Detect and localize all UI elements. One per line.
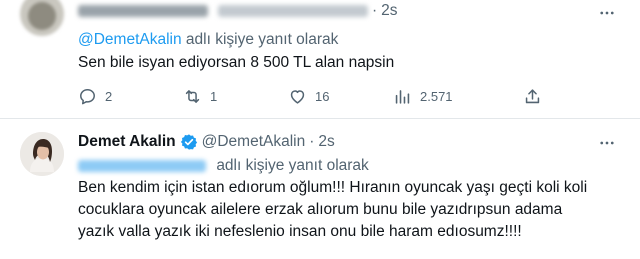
views-button[interactable]: 2.571 — [393, 84, 453, 108]
separator-dot: · — [309, 133, 315, 150]
like-button[interactable]: 16 — [288, 84, 329, 108]
more-icon[interactable] — [596, 134, 618, 152]
timestamp[interactable]: 2s — [318, 133, 334, 151]
tweet-header: Demet Akalin @DemetAkalin · 2s — [78, 133, 335, 151]
timestamp[interactable]: 2s — [381, 2, 397, 20]
tweet-text: Sen bile isyan ediyorsan 8 500 TL alan n… — [78, 54, 395, 71]
share-button[interactable] — [523, 84, 550, 108]
handle[interactable]: @DemetAkalin — [202, 133, 306, 151]
avatar-demet-akalin[interactable] — [20, 132, 64, 176]
verified-badge-icon — [180, 134, 197, 150]
share-icon — [525, 88, 540, 103]
tweet-header: · 2s — [78, 2, 398, 20]
replying-to: @DemetAkalin adlı kişiye yanıt olarak — [78, 31, 338, 49]
avatar-blurred[interactable] — [20, 0, 64, 36]
blurred-handle — [218, 5, 368, 17]
retweet-button[interactable]: 1 — [183, 84, 217, 108]
separator-dot: · — [372, 2, 378, 19]
views-count: 2.571 — [420, 88, 453, 104]
like-count: 16 — [315, 88, 330, 104]
reply-button[interactable]: 2 — [78, 84, 112, 108]
tweet-reply-2[interactable]: Demet Akalin @DemetAkalin · 2s adlı kişi… — [0, 118, 640, 259]
tweet-text-line: Ben kendim için istan edıorum oğlum!!! H… — [78, 179, 588, 196]
blurred-display-name — [78, 5, 208, 17]
tweet-text-line: yazık valla yazık iki nefeslenio insan o… — [78, 223, 522, 240]
tweet-reply-1[interactable]: · 2s @DemetAkalin adlı kişiye yanıt olar… — [0, 0, 640, 118]
tweet-text: Ben kendim için istan edıorum oğlum!!! H… — [78, 177, 587, 243]
reply-count: 2 — [105, 88, 113, 104]
reply-icon — [80, 88, 95, 104]
display-name[interactable]: Demet Akalin — [78, 133, 176, 151]
heart-icon — [290, 89, 305, 104]
retweet-icon — [185, 89, 200, 103]
tweet-text-line: cocuklara oyuncak ailelere erzak alıorum… — [78, 201, 563, 218]
tweet-actions: 2 1 16 2.571 — [68, 84, 628, 108]
replying-to: adlı kişiye yanıt olarak — [78, 157, 369, 175]
blurred-reply-mention[interactable] — [78, 159, 206, 172]
views-icon — [395, 89, 410, 104]
more-icon[interactable] — [596, 4, 618, 22]
reply-suffix: adlı kişiye yanıt olarak — [181, 31, 339, 48]
reply-mention-link[interactable]: @DemetAkalin — [78, 31, 182, 48]
avatar-photo-icon — [20, 132, 64, 176]
retweet-count: 1 — [210, 88, 218, 104]
reply-suffix: adlı kişiye yanıt olarak — [216, 157, 369, 174]
